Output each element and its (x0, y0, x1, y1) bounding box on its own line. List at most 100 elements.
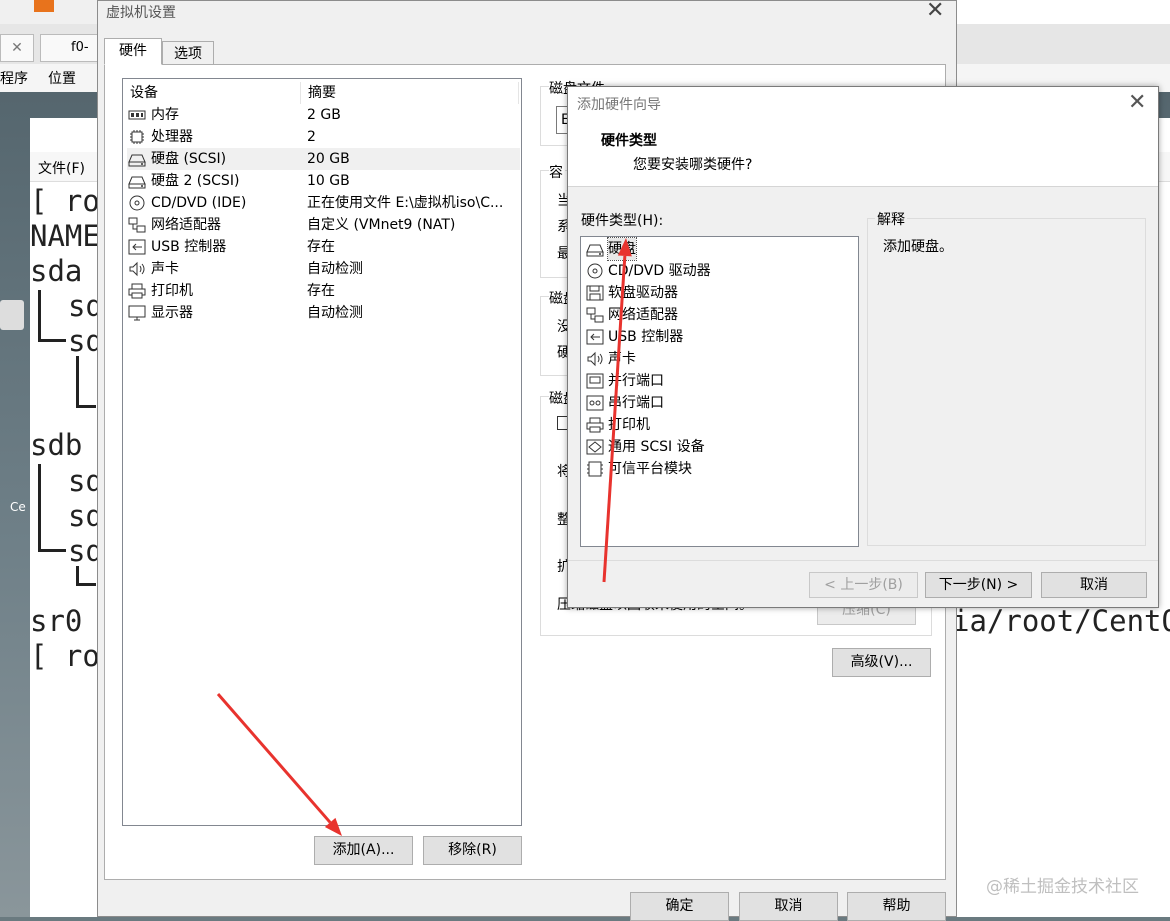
dialog-title: 虚拟机设置 (106, 5, 176, 21)
tab-hardware[interactable]: 硬件 (104, 38, 162, 65)
device-name: 处理器 (151, 129, 193, 145)
menu-item-programs[interactable]: 程序 (0, 68, 28, 88)
device-row[interactable]: CD/DVD (IDE) 正在使用文件 E:\虚拟机iso\C... (127, 192, 520, 214)
hardware-type-item[interactable]: CD/DVD 驱动器 (585, 260, 855, 282)
device-summary: 10 GB (307, 173, 350, 189)
device-row[interactable]: 显示器 自动检测 (127, 302, 520, 324)
device-row[interactable]: 硬盘 (SCSI) 20 GB (127, 148, 520, 170)
device-row[interactable]: 硬盘 2 (SCSI) 10 GB (127, 170, 520, 192)
floppy-icon (586, 285, 604, 301)
hardware-type-name: CD/DVD 驱动器 (608, 263, 711, 279)
device-summary: 2 (307, 129, 316, 145)
device-row[interactable]: USB 控制器 存在 (127, 236, 520, 258)
explanation-label: 解释 (875, 209, 907, 229)
hardware-type-item[interactable]: 软盘驱动器 (585, 282, 855, 304)
terminal-tree-branch (38, 290, 66, 342)
device-summary: 20 GB (307, 151, 350, 167)
tab-close-icon[interactable]: ✕ (0, 34, 34, 62)
hardware-type-label: 硬件类型(H): (581, 213, 664, 229)
hardware-type-item[interactable]: 并行端口 (585, 370, 855, 392)
terminal-line: sr0 (30, 604, 83, 638)
hard-disk-icon (128, 173, 146, 189)
device-name: 硬盘 (SCSI) (151, 151, 227, 167)
tpm-icon (586, 461, 604, 477)
add-button[interactable]: 添加(A)... (314, 836, 413, 865)
desktop-icon[interactable] (0, 300, 24, 330)
cpu-icon (128, 129, 146, 145)
column-header-device[interactable]: 设备 (130, 82, 158, 104)
hardware-type-name: 软盘驱动器 (608, 285, 678, 301)
printer-icon (128, 283, 146, 299)
terminal-tree-branch (38, 464, 66, 552)
terminal-line-right: ia/root/CentO (952, 604, 1170, 638)
advanced-button[interactable]: 高级(V)... (832, 648, 931, 677)
close-icon[interactable]: ✕ (1128, 90, 1146, 115)
device-name: 显示器 (151, 305, 193, 321)
hard-disk-icon (128, 151, 146, 167)
hardware-type-item[interactable]: 打印机 (585, 414, 855, 436)
hardware-type-name: 声卡 (608, 351, 636, 367)
scsi-icon (586, 439, 604, 455)
hardware-type-name: 并行端口 (608, 373, 664, 389)
memory-icon (128, 107, 146, 123)
printer-icon (586, 417, 604, 433)
column-divider[interactable] (300, 82, 301, 104)
hardware-type-item[interactable]: 硬盘 (585, 237, 855, 261)
menu-item-places[interactable]: 位置 (48, 68, 76, 88)
usb-icon (128, 239, 146, 255)
column-divider[interactable] (518, 82, 519, 104)
device-row[interactable]: 内存 2 GB (127, 104, 520, 126)
hardware-type-item[interactable]: 声卡 (585, 348, 855, 370)
hardware-type-item[interactable]: 通用 SCSI 设备 (585, 436, 855, 458)
parallel-port-icon (586, 373, 604, 389)
terminal-line: NAME (30, 219, 100, 253)
device-summary: 自动检测 (307, 305, 363, 321)
watermark: @稀土掘金技术社区 (986, 877, 1139, 897)
wizard-question: 您要安装哪类硬件? (633, 157, 753, 173)
sound-icon (128, 261, 146, 277)
hardware-type-name: USB 控制器 (608, 329, 684, 345)
sound-icon (586, 351, 604, 367)
column-header-summary[interactable]: 摘要 (308, 82, 336, 104)
wizard-title: 添加硬件向导 (577, 97, 661, 113)
cd-dvd-icon (586, 263, 604, 279)
device-summary: 存在 (307, 283, 335, 299)
next-button[interactable]: 下一步(N) > (925, 572, 1032, 598)
close-icon[interactable]: ✕ (926, 0, 944, 23)
vm-tab-label: f0-rh (71, 40, 89, 55)
hardware-type-name: 串行端口 (608, 395, 664, 411)
hard-disk-icon (586, 241, 604, 257)
device-summary: 2 GB (307, 107, 341, 123)
remove-button[interactable]: 移除(R) (423, 836, 522, 865)
wizard-cancel-button[interactable]: 取消 (1041, 572, 1147, 598)
hardware-type-name: 硬盘 (607, 237, 637, 261)
device-row[interactable]: 处理器 2 (127, 126, 520, 148)
usb-icon (586, 329, 604, 345)
terminal-tree-branch (76, 356, 96, 408)
hardware-type-name: 可信平台模块 (608, 461, 692, 477)
device-name: 硬盘 2 (SCSI) (151, 173, 240, 189)
device-summary: 自定义 (VMnet9 (NAT) (307, 217, 456, 233)
vm-tab[interactable]: f0-rh (40, 34, 100, 62)
terminal-menu-file[interactable]: 文件(F) (38, 158, 85, 178)
capacity-label: 容 (549, 162, 565, 182)
hardware-type-name: 网络适配器 (608, 307, 678, 323)
hardware-type-item[interactable]: 串行端口 (585, 392, 855, 414)
device-name: CD/DVD (IDE) (151, 195, 247, 211)
device-row[interactable]: 声卡 自动检测 (127, 258, 520, 280)
terminal-line: sda (30, 254, 83, 288)
network-adapter-icon (128, 217, 146, 233)
device-row[interactable]: 打印机 存在 (127, 280, 520, 302)
hardware-type-item[interactable]: USB 控制器 (585, 326, 855, 348)
network-adapter-icon (586, 307, 604, 323)
device-row[interactable]: 网络适配器 自定义 (VMnet9 (NAT) (127, 214, 520, 236)
background-right-area (955, 0, 1170, 24)
hardware-type-item[interactable]: 网络适配器 (585, 304, 855, 326)
back-button[interactable]: < 上一步(B) (809, 572, 918, 598)
device-name: 内存 (151, 107, 179, 123)
tab-options[interactable]: 选项 (162, 41, 214, 65)
hardware-type-item[interactable]: 可信平台模块 (585, 458, 855, 480)
device-name: 打印机 (151, 283, 193, 299)
display-icon (128, 305, 146, 321)
serial-port-icon (586, 395, 604, 411)
